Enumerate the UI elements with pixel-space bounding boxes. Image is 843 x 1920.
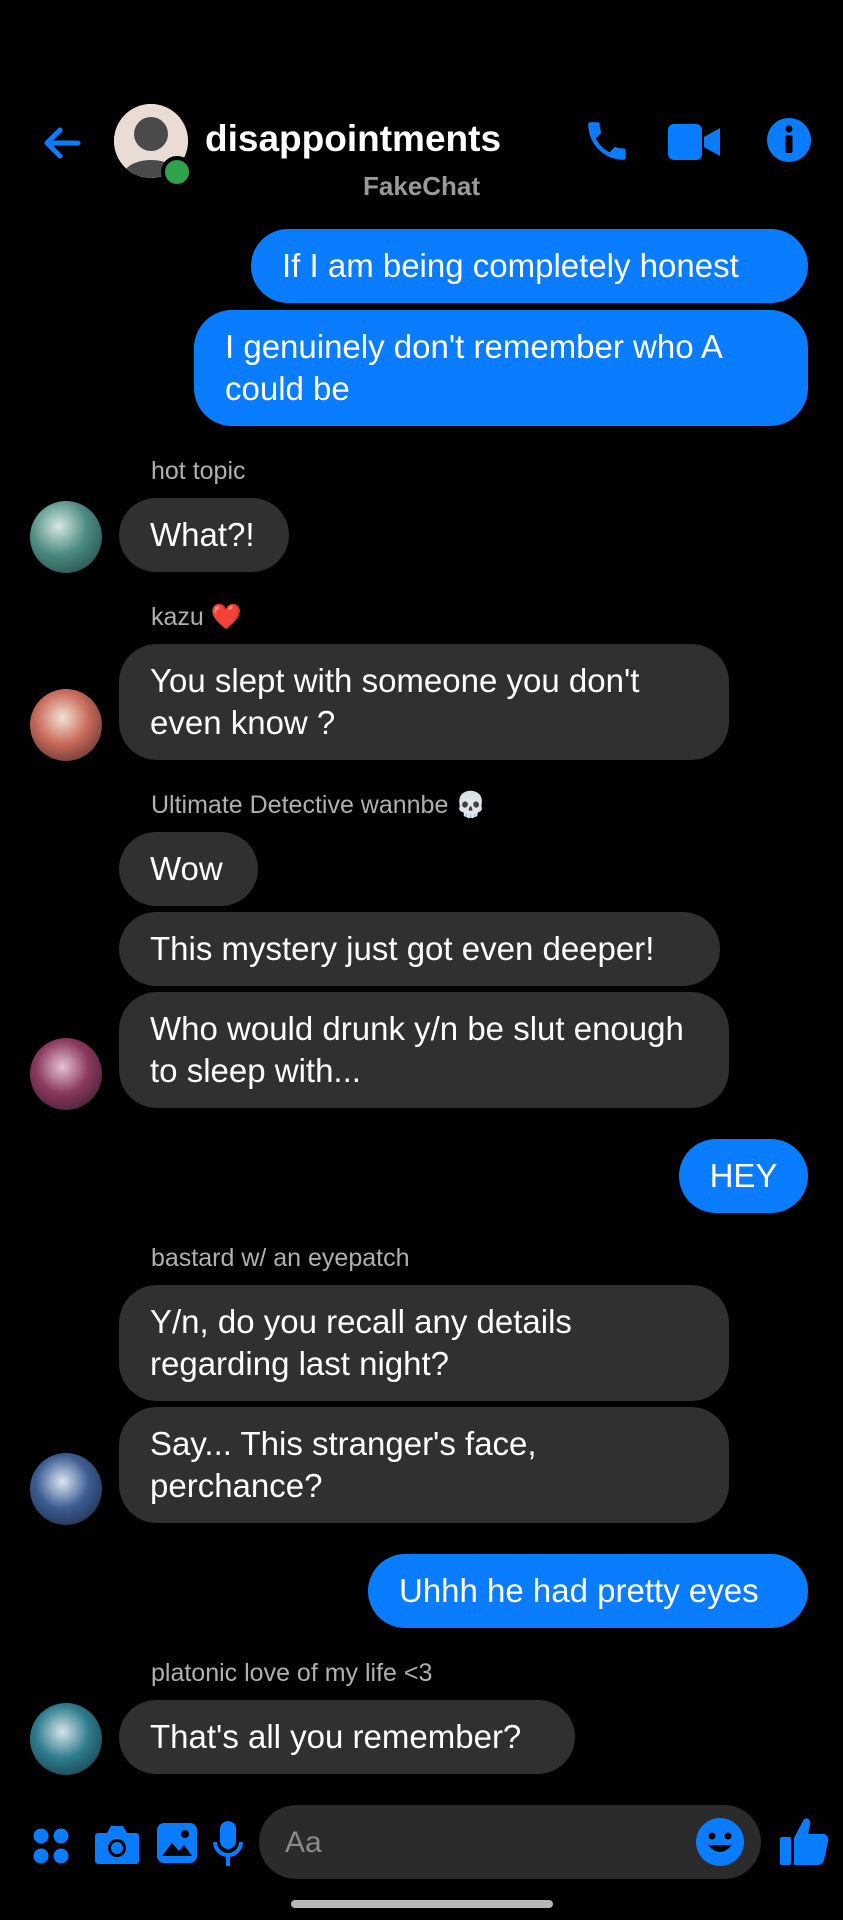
message-bubble-outgoing[interactable]: HEY bbox=[679, 1139, 808, 1213]
sender-avatar[interactable] bbox=[30, 1453, 102, 1525]
message-input-placeholder: Aa bbox=[285, 1826, 322, 1859]
video-camera-icon[interactable] bbox=[667, 120, 721, 164]
microphone-icon[interactable] bbox=[213, 1820, 243, 1868]
sender-name-text: Ultimate Detective wannbe bbox=[151, 791, 449, 819]
message-bubble-outgoing[interactable]: If I am being completely honest bbox=[251, 229, 808, 303]
chat-title[interactable]: disappointments bbox=[205, 118, 501, 160]
sender-avatar[interactable] bbox=[30, 1703, 102, 1775]
sender-name: kazu ❤️ bbox=[151, 603, 242, 632]
message-bubble-outgoing[interactable]: I genuinely don't remember who A could b… bbox=[194, 310, 808, 426]
apps-grid-icon[interactable] bbox=[31, 1826, 71, 1866]
chat-subtitle: FakeChat bbox=[363, 171, 481, 201]
thumbs-up-icon[interactable] bbox=[778, 1815, 830, 1867]
message-bubble-incoming[interactable]: This mystery just got even deeper! bbox=[119, 912, 720, 986]
message-bubble-outgoing[interactable]: Uhhh he had pretty eyes bbox=[368, 1554, 808, 1628]
skull-emoji: 💀 bbox=[455, 791, 487, 819]
message-bubble-incoming[interactable]: That's all you remember? bbox=[119, 1700, 575, 1774]
message-bubble-incoming[interactable]: Y/n, do you recall any details regarding… bbox=[119, 1285, 729, 1401]
message-bubble-incoming[interactable]: Who would drunk y/n be slut enough to sl… bbox=[119, 992, 729, 1108]
back-arrow-icon[interactable] bbox=[38, 118, 88, 168]
sender-avatar[interactable] bbox=[30, 1038, 102, 1110]
online-status-indicator bbox=[161, 156, 193, 188]
sender-name: Ultimate Detective wannbe 💀 bbox=[151, 791, 486, 820]
sender-name: platonic love of my life <3 bbox=[151, 1659, 433, 1687]
heart-emoji: ❤️ bbox=[210, 603, 242, 631]
message-bubble-incoming[interactable]: You slept with someone you don't even kn… bbox=[119, 644, 729, 760]
message-bubble-incoming[interactable]: Say... This stranger's face, perchance? bbox=[119, 1407, 729, 1523]
message-bubble-incoming[interactable]: Wow bbox=[119, 832, 258, 906]
info-icon[interactable] bbox=[766, 117, 812, 163]
sender-name-text: kazu bbox=[151, 603, 204, 631]
phone-icon[interactable] bbox=[582, 116, 632, 166]
sender-avatar[interactable] bbox=[30, 689, 102, 761]
sender-name: hot topic bbox=[151, 457, 246, 485]
emoji-icon[interactable] bbox=[695, 1817, 745, 1867]
sender-avatar[interactable] bbox=[30, 501, 102, 573]
home-indicator[interactable] bbox=[291, 1900, 553, 1908]
message-bubble-incoming[interactable]: What?! bbox=[119, 498, 289, 572]
message-input[interactable] bbox=[259, 1805, 761, 1879]
camera-icon[interactable] bbox=[94, 1823, 140, 1865]
sender-name: bastard w/ an eyepatch bbox=[151, 1244, 410, 1272]
gallery-icon[interactable] bbox=[156, 1822, 198, 1864]
